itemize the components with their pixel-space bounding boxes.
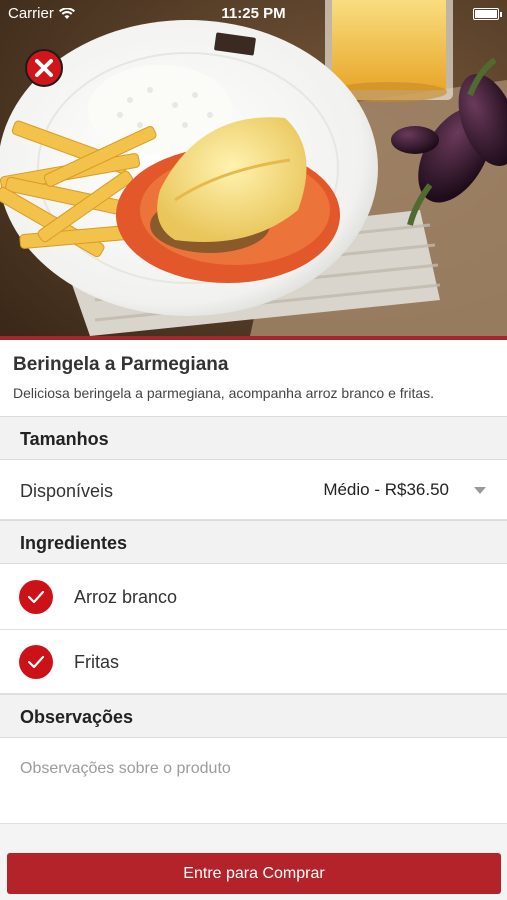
checkmark-icon[interactable] [19,645,53,679]
section-header-observations: Observações [0,694,507,738]
clock: 11:25 PM [221,5,286,22]
product-photo [0,0,507,336]
observations-placeholder[interactable]: Observações sobre o produto [20,760,231,778]
section-header-sizes: Tamanhos [0,416,507,460]
sizes-header-label: Tamanhos [20,429,109,449]
ingredients-header-label: Ingredientes [20,533,128,553]
size-selector[interactable]: Disponíveis Médio - R$36.50 [0,460,507,520]
battery-icon [473,8,502,20]
close-icon [35,59,53,77]
ingredient-label: Fritas [74,652,119,672]
ingredient-row[interactable]: Arroz branco [0,564,507,630]
buy-button[interactable]: Entre para Comprar [7,853,501,894]
product-info: Beringela a Parmegiana Deliciosa beringe… [0,340,507,416]
size-row-label: Disponíveis [20,481,114,501]
dish-illustration [0,0,507,336]
ingredient-label: Arroz branco [74,587,178,607]
product-description: Deliciosa beringela a parmegiana, acompa… [13,385,435,401]
checkmark-icon[interactable] [19,580,53,614]
size-selected-value[interactable]: Médio - R$36.50 [323,480,449,500]
observations-header-label: Observações [20,707,134,727]
status-bar: Carrier 11:25 PM [0,0,507,28]
close-button[interactable] [25,49,63,87]
observations-field[interactable]: Observações sobre o produto [0,738,507,824]
ingredient-row[interactable]: Fritas [0,630,507,694]
chevron-down-icon[interactable] [474,487,486,494]
section-header-ingredients: Ingredientes [0,520,507,564]
product-name: Beringela a Parmegiana [13,354,229,375]
